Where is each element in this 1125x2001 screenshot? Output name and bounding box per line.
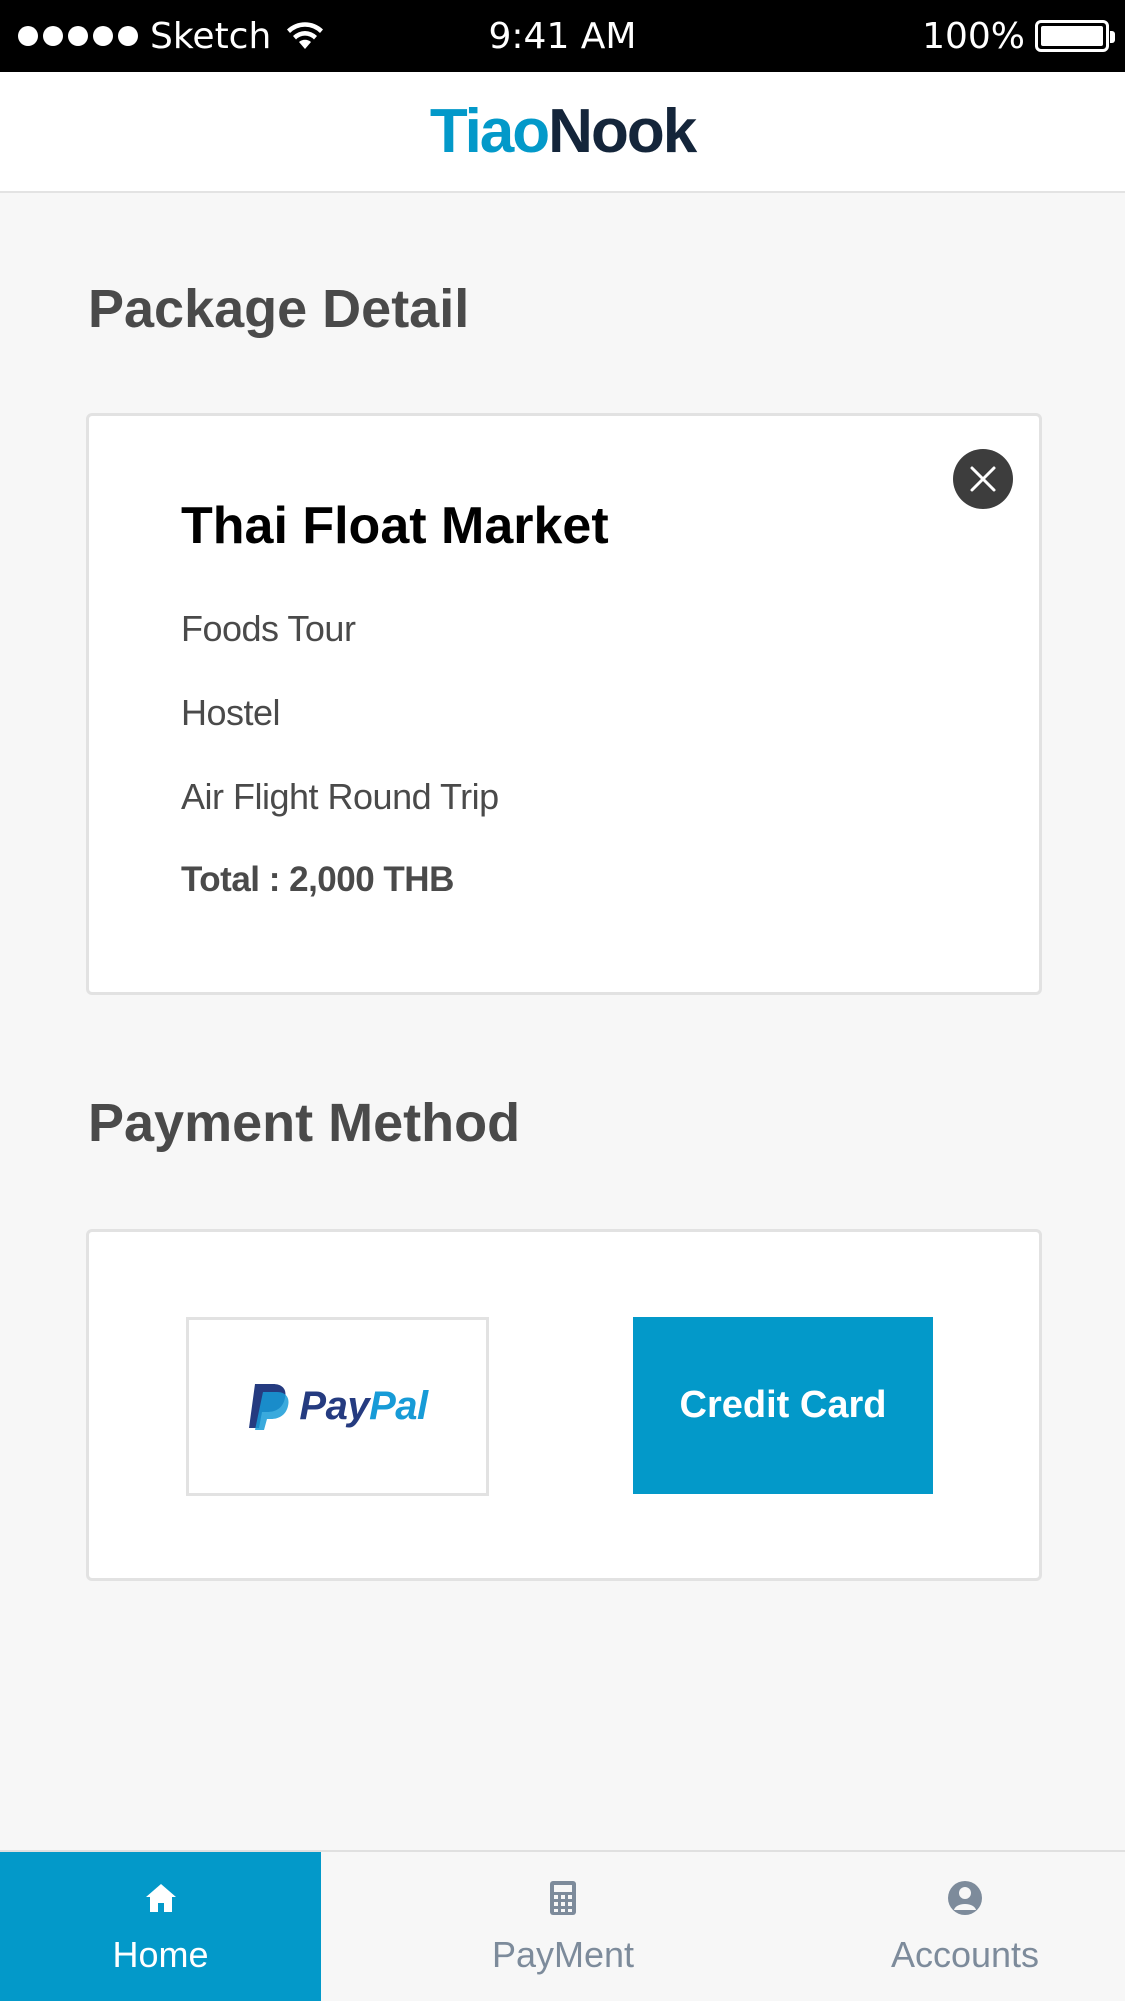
home-icon bbox=[144, 1878, 178, 1918]
paypal-wordmark: PayPal bbox=[299, 1384, 428, 1428]
app-logo: TiaoNook bbox=[429, 96, 697, 167]
package-name: Thai Float Market bbox=[181, 497, 609, 555]
paypal-icon bbox=[249, 1383, 289, 1430]
tab-label: Accounts bbox=[890, 1934, 1040, 1975]
calculator-icon bbox=[549, 1878, 577, 1918]
package-total: Total : 2,000 THB bbox=[181, 860, 454, 899]
logo-part-nook: Nook bbox=[548, 97, 697, 166]
credit-card-button[interactable]: Credit Card bbox=[633, 1317, 933, 1494]
package-card: Thai Float Market Foods Tour Hostel Air … bbox=[86, 413, 1042, 995]
close-button[interactable] bbox=[953, 449, 1013, 509]
payment-method-card: PayPal Credit Card bbox=[86, 1229, 1042, 1581]
logo-part-tiao: Tiao bbox=[429, 97, 550, 166]
status-right: 100% bbox=[922, 0, 1115, 72]
package-item: Hostel bbox=[181, 692, 281, 733]
status-bar: Sketch 9:41 AM 100% bbox=[0, 0, 1125, 72]
package-item: Foods Tour bbox=[181, 608, 356, 649]
app-header: TiaoNook bbox=[0, 72, 1125, 193]
paypal-button[interactable]: PayPal bbox=[186, 1317, 489, 1496]
tab-label: PayMent bbox=[491, 1934, 635, 1975]
package-item: Air Flight Round Trip bbox=[181, 776, 499, 817]
payment-method-title: Payment Method bbox=[88, 1093, 521, 1153]
battery-percentage: 100% bbox=[922, 15, 1025, 57]
user-icon bbox=[947, 1878, 983, 1918]
tab-payment[interactable]: PayMent bbox=[321, 1852, 805, 2001]
battery-icon bbox=[1035, 20, 1115, 52]
tab-home[interactable]: Home bbox=[0, 1852, 321, 2001]
tab-accounts[interactable]: Accounts bbox=[805, 1852, 1125, 2001]
package-detail-title: Package Detail bbox=[88, 279, 470, 339]
bottom-tab-bar: Home PayMent Accounts bbox=[0, 1850, 1125, 2001]
paypal-logo: PayPal bbox=[247, 1382, 428, 1432]
tab-label: Home bbox=[112, 1934, 209, 1975]
close-icon bbox=[970, 466, 996, 492]
